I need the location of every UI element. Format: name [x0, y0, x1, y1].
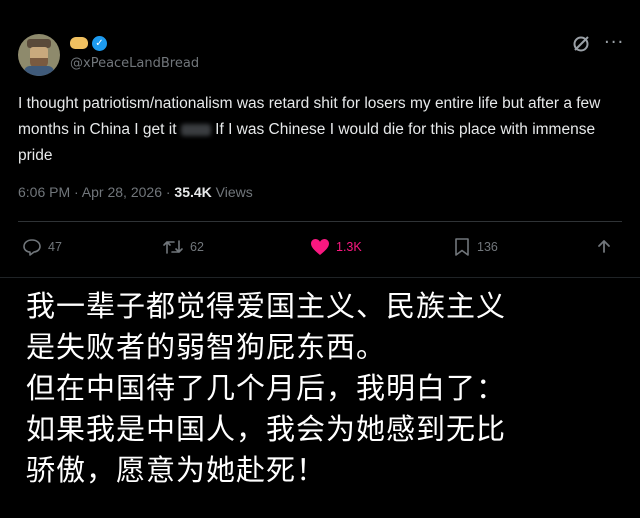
caption-line-5: 骄傲，愿意为她赴死！	[26, 453, 327, 487]
timestamp[interactable]: 6:06 PM · Apr 28, 2026 ·	[18, 184, 174, 200]
share-button[interactable]	[596, 232, 612, 262]
views-count: 35.4K	[174, 184, 212, 200]
divider	[18, 221, 622, 222]
name-badges: ✓	[70, 35, 107, 51]
verified-badge-icon[interactable]: ✓	[92, 35, 107, 51]
avatar[interactable]	[18, 34, 60, 76]
grok-icon[interactable]	[571, 34, 591, 54]
user-handle[interactable]: @xPeaceLandBread	[70, 56, 199, 71]
bookmark-button[interactable]: 136	[453, 232, 498, 262]
like-button[interactable]: 1.3K	[310, 232, 362, 262]
reply-count: 47	[48, 240, 62, 254]
tweet-body: I thought patriotism/nationalism was ret…	[18, 91, 618, 169]
clapping-hand-icon	[70, 37, 88, 49]
share-icon	[598, 240, 610, 253]
bookmark-count: 136	[477, 240, 498, 254]
heart-icon	[311, 239, 329, 255]
repost-count: 62	[190, 240, 204, 254]
avatar-body	[24, 66, 54, 76]
views-label: Views	[211, 184, 253, 200]
tweet-card: ✓ @xPeaceLandBread ··· I thought patriot…	[0, 0, 640, 278]
reply-button[interactable]: 47	[22, 232, 62, 262]
tweet-meta: 6:06 PM · Apr 28, 2026 · 35.4K Views	[18, 184, 253, 200]
reply-icon	[23, 239, 41, 256]
like-count: 1.3K	[336, 240, 362, 254]
caption-line-1: 我一辈子都觉得爱国主义、民族主义	[26, 289, 507, 323]
redacted-emoji	[180, 123, 211, 136]
more-icon[interactable]: ···	[604, 34, 623, 52]
caption-line-4: 如果我是中国人，我会为她感到无比	[26, 412, 507, 446]
repost-button[interactable]: 62	[162, 232, 204, 262]
chinese-caption: 我一辈子都觉得爱国主义、民族主义 是失败者的弱智狗屁东西。 但在中国待了几个月后…	[26, 286, 626, 491]
action-bar: 47 62 1.3K 136	[0, 232, 640, 262]
repost-icon	[163, 240, 183, 254]
caption-line-3: 但在中国待了几个月后，我明白了：	[26, 371, 507, 405]
bookmark-icon	[455, 238, 469, 256]
caption-line-2: 是失败者的弱智狗屁东西。	[26, 330, 387, 364]
